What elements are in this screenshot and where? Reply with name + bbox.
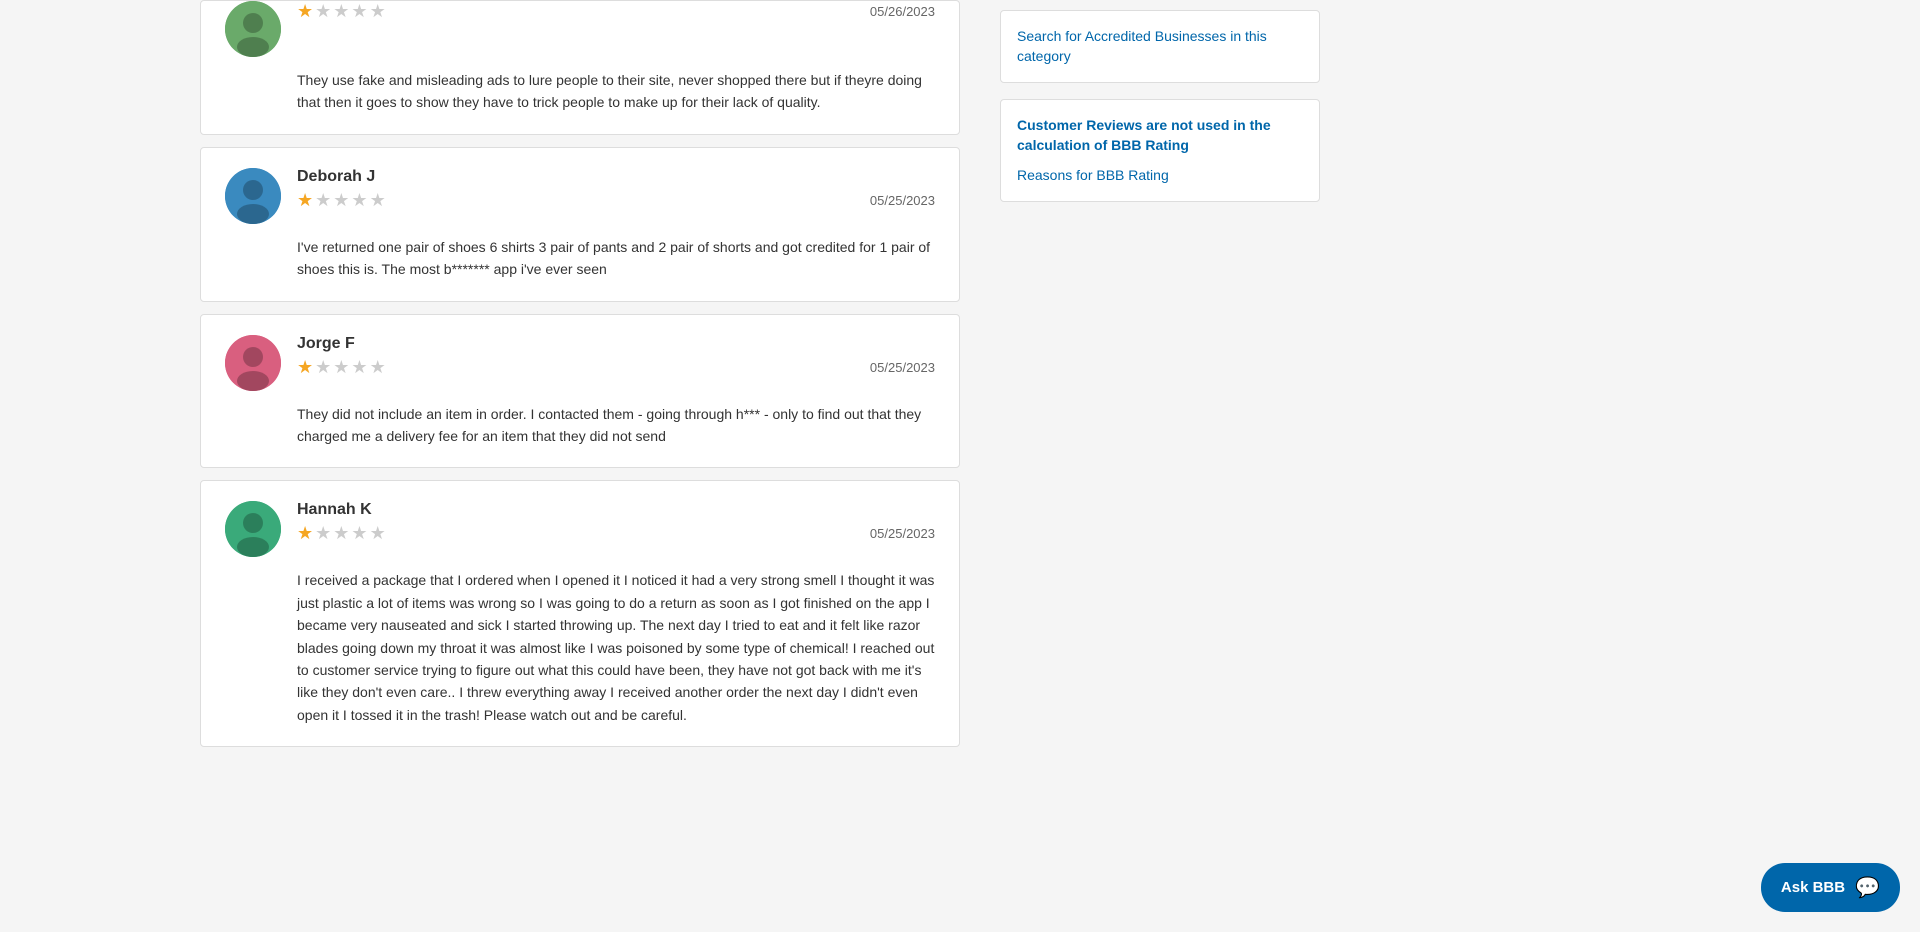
star-4: ★ bbox=[351, 190, 367, 211]
review-text: They did not include an item in order. I… bbox=[297, 403, 935, 448]
review-date: 05/25/2023 bbox=[870, 360, 935, 375]
review-text: I received a package that I ordered when… bbox=[297, 569, 935, 726]
avatar bbox=[225, 1, 281, 57]
review-meta: Hannah K ★ ★ ★ ★ ★ 05/25/2023 bbox=[297, 501, 935, 544]
avatar bbox=[225, 335, 281, 391]
ask-bbb-button[interactable]: Ask BBB 💬 bbox=[1761, 863, 1900, 912]
star-2: ★ bbox=[315, 1, 331, 22]
review-date: 05/25/2023 bbox=[870, 526, 935, 541]
review-meta: Deborah J ★ ★ ★ ★ ★ 05/25/2023 bbox=[297, 168, 935, 211]
rating-note: Customer Reviews are not used in the cal… bbox=[1017, 116, 1303, 155]
star-4: ★ bbox=[351, 357, 367, 378]
avatar bbox=[225, 501, 281, 557]
star-3: ★ bbox=[333, 190, 349, 211]
review-text: I've returned one pair of shoes 6 shirts… bbox=[297, 236, 935, 281]
review-card: Hannah K ★ ★ ★ ★ ★ 05/25/2023 I received… bbox=[200, 480, 960, 747]
ask-bbb-label: Ask BBB bbox=[1781, 879, 1845, 896]
star-3: ★ bbox=[333, 357, 349, 378]
star-2: ★ bbox=[315, 190, 331, 211]
star-rating: ★ ★ ★ ★ ★ bbox=[297, 523, 386, 544]
star-1: ★ bbox=[297, 190, 313, 211]
rating-info-box: Customer Reviews are not used in the cal… bbox=[1000, 99, 1320, 202]
star-3: ★ bbox=[333, 523, 349, 544]
search-accredited-link[interactable]: Search for Accredited Businesses in this… bbox=[1017, 28, 1267, 64]
star-rating: ★ ★ ★ ★ ★ bbox=[297, 357, 386, 378]
star-5: ★ bbox=[370, 190, 386, 211]
star-rating: ★ ★ ★ ★ ★ bbox=[297, 190, 386, 211]
star-5: ★ bbox=[370, 523, 386, 544]
reviewer-name: Deborah J bbox=[297, 168, 935, 186]
star-5: ★ bbox=[370, 357, 386, 378]
star-4: ★ bbox=[351, 1, 367, 22]
star-rating: ★ ★ ★ ★ ★ bbox=[297, 1, 386, 22]
review-date: 05/26/2023 bbox=[870, 4, 935, 19]
reviewer-name: Hannah K bbox=[297, 501, 935, 519]
reviewer-name: Jorge F bbox=[297, 335, 935, 353]
star-4: ★ bbox=[351, 523, 367, 544]
review-card: Deborah J ★ ★ ★ ★ ★ 05/25/2023 I've retu… bbox=[200, 147, 960, 302]
sidebar: Search for Accredited Businesses in this… bbox=[980, 0, 1340, 932]
star-2: ★ bbox=[315, 523, 331, 544]
review-card-partial: ★ ★ ★ ★ ★ 05/26/2023 They use fake and m… bbox=[200, 0, 960, 135]
star-5: ★ bbox=[370, 1, 386, 22]
star-1: ★ bbox=[297, 357, 313, 378]
star-3: ★ bbox=[333, 1, 349, 22]
chat-icon: 💬 bbox=[1855, 875, 1880, 900]
star-2: ★ bbox=[315, 357, 331, 378]
search-accredited-box: Search for Accredited Businesses in this… bbox=[1000, 10, 1320, 83]
avatar bbox=[225, 168, 281, 224]
reasons-link[interactable]: Reasons for BBB Rating bbox=[1017, 167, 1169, 183]
review-date: 05/25/2023 bbox=[870, 193, 935, 208]
review-text: They use fake and misleading ads to lure… bbox=[297, 69, 935, 114]
review-card: Jorge F ★ ★ ★ ★ ★ 05/25/2023 They did no… bbox=[200, 314, 960, 469]
review-meta: Jorge F ★ ★ ★ ★ ★ 05/25/2023 bbox=[297, 335, 935, 378]
star-1: ★ bbox=[297, 523, 313, 544]
star-1: ★ bbox=[297, 1, 313, 22]
